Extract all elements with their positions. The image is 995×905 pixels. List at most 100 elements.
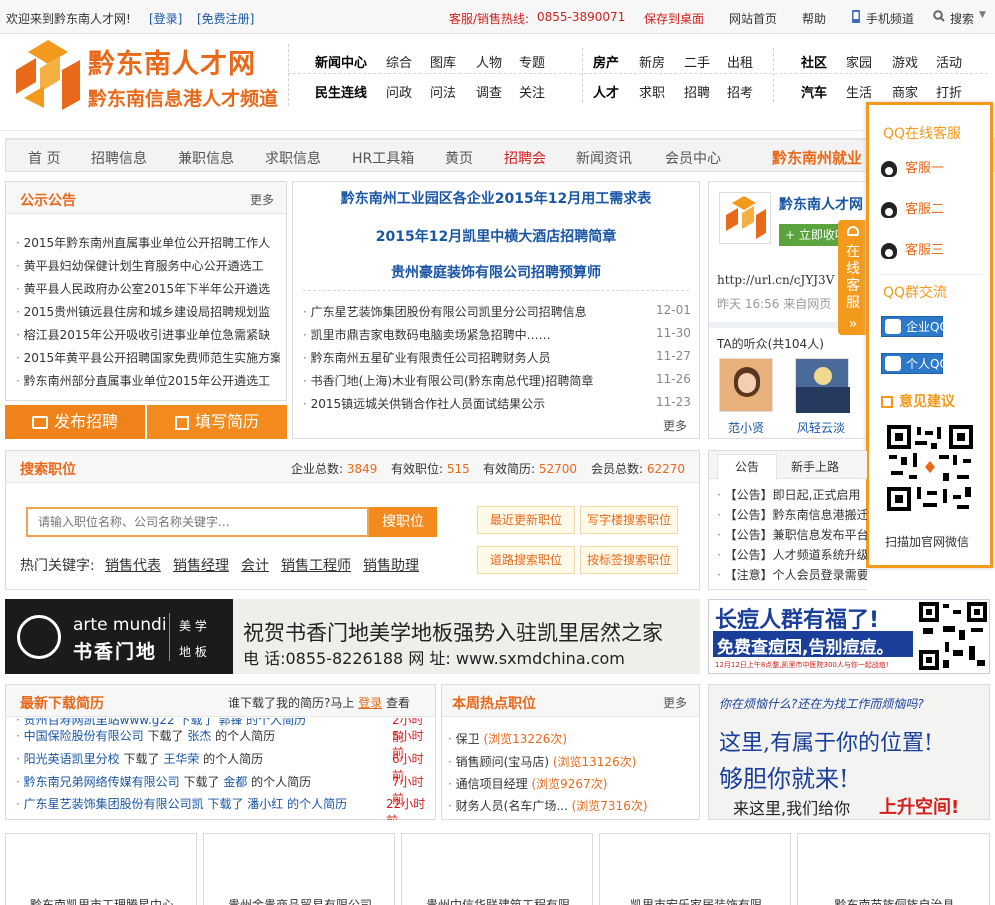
- headline-link[interactable]: 2015年12月凯里中横大酒店招聘简章: [293, 226, 699, 246]
- channel-link[interactable]: 人物: [476, 52, 502, 71]
- hot-job-name[interactable]: 通信项目经理: [456, 777, 528, 791]
- road-search-link[interactable]: 道路搜索职位: [477, 546, 575, 574]
- fan-avatar[interactable]: [719, 358, 773, 412]
- mainnav-item[interactable]: 招聘会: [504, 148, 546, 168]
- login-link[interactable]: [登录]: [149, 10, 182, 27]
- announcement-item[interactable]: 【公告】黔东南信息港搬迁: [717, 506, 867, 523]
- mainnav-item[interactable]: 黄页: [445, 148, 473, 168]
- news-item[interactable]: 黔东南州五星矿业有限责任公司招聘财务人员: [303, 349, 643, 366]
- tag-search-link[interactable]: 按标签搜索职位: [580, 546, 678, 574]
- hot-jobs-more-link[interactable]: 更多: [663, 694, 687, 711]
- download-company[interactable]: 中国保险股份有限公司: [24, 729, 144, 743]
- notice-more-link[interactable]: 更多: [250, 191, 274, 208]
- channel-link[interactable]: 综合: [386, 52, 412, 71]
- download-company[interactable]: 阳光英语凯里分校: [24, 752, 120, 766]
- fan-name[interactable]: 风轻云淡: [797, 419, 845, 436]
- mobile-channel-link[interactable]: 手机频道: [866, 10, 914, 27]
- download-person[interactable]: 金都: [223, 775, 247, 789]
- online-service-tab[interactable]: 在线客服 »: [838, 220, 868, 335]
- channel-link[interactable]: 调查: [476, 82, 502, 101]
- job-search-input[interactable]: [26, 507, 369, 537]
- weibo-name[interactable]: 黔东南人才网: [779, 194, 863, 214]
- notice-item[interactable]: 黔东南州部分直属事业单位2015年公开遴选工: [16, 372, 280, 389]
- news-item[interactable]: 书香门地(上海)木业有限公司(黔东南总代理)招聘简章: [303, 372, 643, 389]
- suggestion-link[interactable]: 意见建议: [881, 391, 955, 411]
- headlines-more-link[interactable]: 更多: [663, 417, 687, 434]
- mainnav-item[interactable]: HR工具箱: [352, 148, 414, 168]
- channel-link[interactable]: 新房: [639, 52, 665, 71]
- notice-item[interactable]: 黄平县妇幼保健计划生育服务中心公开遴选工: [16, 257, 280, 274]
- mainnav-item[interactable]: 首 页: [28, 148, 60, 168]
- channel-link[interactable]: 图库: [430, 52, 456, 71]
- channel-link[interactable]: 关注: [519, 82, 545, 101]
- notice-item[interactable]: 2015贵州镇远县住房和城乡建设局招聘规划监: [16, 303, 280, 320]
- hot-job-name[interactable]: 财务人员(名车广场...: [456, 799, 568, 813]
- news-item[interactable]: 凯里市鼎吉家电数码电脑卖场紧急招聘中……: [303, 326, 643, 343]
- register-link[interactable]: [免费注册]: [197, 10, 254, 27]
- channel-link[interactable]: 新闻中心: [315, 52, 367, 71]
- artemundi-ad-banner[interactable]: arte mundi 书香门地 美 学 地 板 祝贺书香门地美学地板强势入驻凯里…: [5, 599, 700, 674]
- search-icon[interactable]: [933, 10, 945, 25]
- download-person[interactable]: 王华荣: [163, 752, 199, 766]
- company-card[interactable]: 黔东南苗族侗族自治县: [797, 833, 990, 905]
- hot-job-item[interactable]: 销售顾问(宝马店) (浏览13126次): [448, 753, 698, 770]
- download-person[interactable]: 张杰: [187, 729, 211, 743]
- recruitment-ad-banner[interactable]: 你在烦恼什么?还在为找工作而烦恼吗? 这里,有属于你的位置! 够胆你就来! 来这…: [708, 684, 990, 820]
- company-card[interactable]: 贵州中信华联建筑工程有限: [401, 833, 593, 905]
- channel-link[interactable]: 招考: [727, 82, 753, 101]
- save-desktop-link[interactable]: 保存到桌面: [644, 10, 704, 27]
- news-item[interactable]: 2015镇远城关供销合作社人员面试结果公示: [303, 395, 643, 412]
- site-logo[interactable]: 黔东南人才网 黔东南信息港人才频道: [14, 40, 284, 112]
- mainnav-item[interactable]: 新闻资讯: [576, 148, 632, 168]
- help-link[interactable]: 帮助: [802, 10, 826, 27]
- company-card[interactable]: 贵州金贵商品贸易有限公司: [203, 833, 395, 905]
- channel-link[interactable]: 社区: [801, 52, 827, 71]
- channel-link[interactable]: 问政: [386, 82, 412, 101]
- notice-item[interactable]: 黄平县人民政府办公室2015年下半年公开遴选: [16, 280, 280, 297]
- channel-link[interactable]: 汽车: [801, 82, 827, 101]
- chevron-down-icon[interactable]: ▼: [979, 10, 986, 20]
- site-home-link[interactable]: 网站首页: [729, 10, 777, 27]
- publish-job-button[interactable]: 发布招聘: [5, 405, 145, 439]
- hot-keyword-link[interactable]: 销售经理: [173, 555, 229, 575]
- mainnav-item[interactable]: 求职信息: [265, 148, 321, 168]
- channel-link[interactable]: 专题: [519, 52, 545, 71]
- company-card[interactable]: 黔东南凯里市工理腾星中心: [5, 833, 197, 905]
- fan-name[interactable]: 范小贤: [728, 419, 764, 436]
- fill-resume-button[interactable]: 填写简历: [147, 405, 287, 439]
- mainnav-item[interactable]: 兼职信息: [178, 148, 234, 168]
- notice-item[interactable]: 2015年黄平县公开招聘国家免费师范生实施方案: [16, 349, 280, 366]
- company-name[interactable]: 凯里市宏乐家居装饰有限: [600, 896, 792, 905]
- news-item[interactable]: 广东星艺装饰集团股份有限公司凯里分公司招聘信息: [303, 303, 643, 320]
- hot-job-name[interactable]: 保卫: [456, 732, 480, 746]
- company-name[interactable]: 黔东南苗族侗族自治县: [798, 896, 991, 905]
- tab-newbie[interactable]: 新手上路: [791, 458, 839, 475]
- channel-link[interactable]: 商家: [892, 82, 918, 101]
- notice-item[interactable]: 榕江县2015年公开吸收引进事业单位急需紧缺: [16, 326, 280, 343]
- fan-avatar[interactable]: [795, 358, 850, 413]
- weibo-post-text[interactable]: http://url.cn/cJYJ3V: [717, 273, 834, 287]
- channel-link[interactable]: 家园: [846, 52, 872, 71]
- channel-link[interactable]: 打折: [936, 82, 962, 101]
- search-jobs-button[interactable]: 搜职位: [369, 507, 437, 537]
- channel-link[interactable]: 生活: [846, 82, 872, 101]
- company-name[interactable]: 贵州中信华联建筑工程有限: [402, 896, 594, 905]
- mainnav-employment-link[interactable]: 黔东南州就业: [772, 147, 862, 168]
- recent-jobs-link[interactable]: 最近更新职位: [477, 506, 575, 534]
- headline-link[interactable]: 贵州豪庭装饰有限公司招聘预算师: [293, 262, 699, 282]
- downloads-login-link[interactable]: 登录: [358, 696, 382, 710]
- mainnav-item[interactable]: 会员中心: [665, 148, 721, 168]
- channel-link[interactable]: 人才: [593, 82, 619, 101]
- company-card[interactable]: 凯里市宏乐家居装饰有限: [599, 833, 791, 905]
- hot-keyword-link[interactable]: 销售助理: [363, 555, 419, 575]
- channel-link[interactable]: 出租: [727, 52, 753, 71]
- notice-item[interactable]: 2015年黔东南州直属事业单位公开招聘工作人: [16, 234, 280, 251]
- search-menu[interactable]: 搜索: [950, 10, 974, 27]
- tab-announcement[interactable]: 公告: [717, 454, 777, 480]
- weibo-avatar[interactable]: [719, 192, 771, 244]
- announcement-item[interactable]: 【公告】兼职信息发布平台: [717, 526, 867, 543]
- download-row[interactable]: 广东星艺装饰集团股份有限公司凯 下载了 潘小红 的个人简历: [16, 795, 376, 812]
- acne-ad-banner[interactable]: 长痘人群有福了! 免费查痘因,告别痘痘。 12月12日上午8点整,凯里市中医院3…: [708, 599, 990, 674]
- channel-link[interactable]: 民生连线: [315, 82, 367, 101]
- hot-job-item[interactable]: 保卫 (浏览13226次): [448, 730, 698, 747]
